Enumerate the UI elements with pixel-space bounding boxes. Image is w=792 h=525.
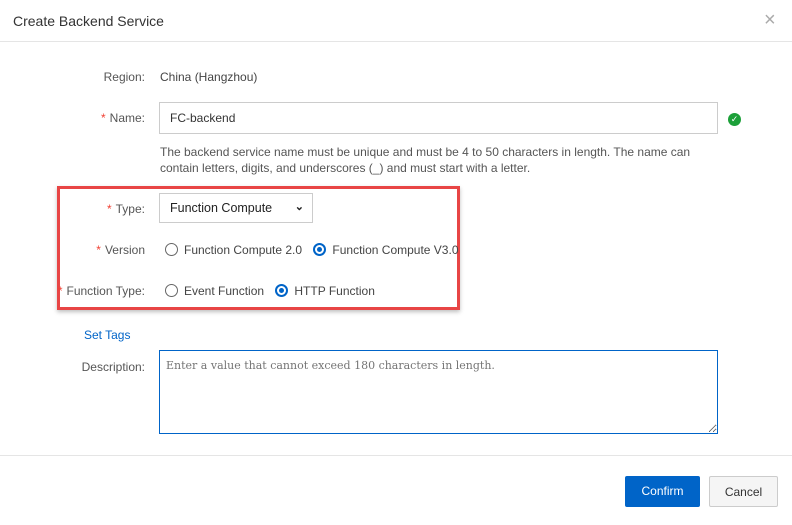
version-option-3[interactable]: Function Compute V3.0 <box>313 243 459 257</box>
function-type-http[interactable]: HTTP Function <box>275 284 375 298</box>
description-textarea[interactable] <box>159 350 718 434</box>
name-label: * Name: <box>100 111 145 125</box>
function-type-radio-group: Event Function HTTP Function <box>165 284 383 298</box>
radio-icon <box>165 284 178 297</box>
function-type-label: * Function Type: <box>57 284 145 298</box>
version-label: * Version <box>96 243 145 257</box>
name-help-text: The backend service name must be unique … <box>160 145 691 175</box>
region-label: Region: <box>103 70 145 84</box>
dialog-title: Create Backend Service <box>13 13 164 29</box>
version-option-2[interactable]: Function Compute 2.0 <box>165 243 302 257</box>
radio-icon <box>165 243 178 256</box>
success-check-icon: ✓ <box>728 113 741 126</box>
radio-selected-icon <box>275 284 289 297</box>
description-label: Description: <box>81 360 145 374</box>
radio-selected-icon <box>313 243 327 256</box>
function-type-event[interactable]: Event Function <box>165 284 264 298</box>
version-radio-group: Function Compute 2.0 Function Compute V3… <box>165 243 467 257</box>
close-icon[interactable]: × <box>764 9 776 32</box>
name-input[interactable] <box>159 102 718 134</box>
confirm-button[interactable]: Confirm <box>625 476 700 507</box>
chevron-down-icon: ⌄ <box>294 201 304 213</box>
footer-divider <box>0 455 792 456</box>
type-label: * Type: <box>106 202 145 216</box>
set-tags-link[interactable]: Set Tags <box>84 328 130 342</box>
region-value: China (Hangzhou) <box>160 70 258 84</box>
cancel-button[interactable]: Cancel <box>709 476 778 507</box>
type-select[interactable]: Function Compute ⌄ <box>159 193 313 223</box>
